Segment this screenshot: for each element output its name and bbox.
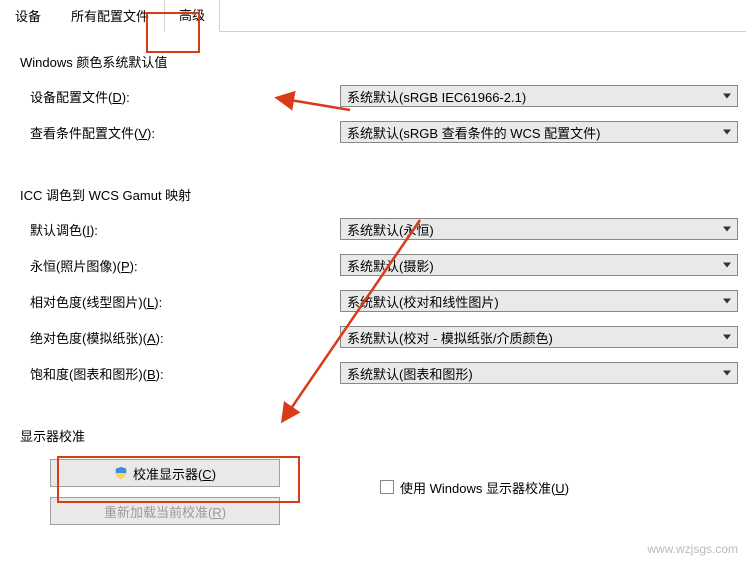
dropdown-value: 系统默认(校对和线性图片) — [347, 292, 499, 311]
label-device-profile: 设备配置文件(D): — [30, 87, 340, 106]
section-title: 显示器校准 — [20, 426, 738, 445]
tab-label: 高级 — [179, 8, 205, 23]
section-icc-wcs-gamut: ICC 调色到 WCS Gamut 映射 默认调色(I): 系统默认(永恒) 永… — [8, 185, 738, 416]
label-viewing-profile: 查看条件配置文件(V): — [30, 123, 340, 142]
dropdown-perpetual[interactable]: 系统默认(摄影) — [340, 254, 738, 276]
section-windows-color-defaults: Windows 颜色系统默认值 设备配置文件(D): 系统默认(sRGB IEC… — [8, 52, 738, 175]
row-absolute: 绝对色度(模拟纸张)(A): 系统默认(校对 - 模拟纸张/介质颜色) — [20, 326, 738, 348]
tab-devices[interactable]: 设备 — [0, 0, 56, 32]
section-display-calibration: 显示器校准 校准显示器(C) 重新加载当前校准(R) — [8, 426, 738, 557]
label-default-tone: 默认调色(I): — [30, 220, 340, 239]
row-device-profile: 设备配置文件(D): 系统默认(sRGB IEC61966-2.1) — [20, 85, 738, 107]
tab-advanced[interactable]: 高级 — [164, 0, 220, 32]
checkbox-use-windows-calibration[interactable] — [380, 480, 394, 494]
button-label: 重新加载当前校准(R) — [104, 502, 226, 521]
tab-all-profiles[interactable]: 所有配置文件 — [56, 0, 164, 32]
content-area: Windows 颜色系统默认值 设备配置文件(D): 系统默认(sRGB IEC… — [0, 32, 746, 575]
button-label: 校准显示器(C) — [133, 464, 216, 483]
dropdown-default-tone[interactable]: 系统默认(永恒) — [340, 218, 738, 240]
dropdown-value: 系统默认(校对 - 模拟纸张/介质颜色) — [347, 328, 553, 347]
calibrate-display-button[interactable]: 校准显示器(C) — [50, 459, 280, 487]
dropdown-relative[interactable]: 系统默认(校对和线性图片) — [340, 290, 738, 312]
section-title: Windows 颜色系统默认值 — [20, 52, 738, 71]
dropdown-value: 系统默认(sRGB IEC61966-2.1) — [347, 87, 526, 106]
dropdown-saturation[interactable]: 系统默认(图表和图形) — [340, 362, 738, 384]
dropdown-value: 系统默认(摄影) — [347, 256, 434, 275]
watermark: www.wzjsgs.com — [647, 542, 738, 556]
shield-icon — [114, 466, 128, 480]
reload-calibration-button: 重新加载当前校准(R) — [50, 497, 280, 525]
row-saturation: 饱和度(图表和图形)(B): 系统默认(图表和图形) — [20, 362, 738, 384]
row-relative: 相对色度(线型图片)(L): 系统默认(校对和线性图片) — [20, 290, 738, 312]
tab-label: 所有配置文件 — [71, 9, 149, 24]
dropdown-value: 系统默认(图表和图形) — [347, 364, 473, 383]
section-title: ICC 调色到 WCS Gamut 映射 — [20, 185, 738, 204]
dropdown-device-profile[interactable]: 系统默认(sRGB IEC61966-2.1) — [340, 85, 738, 107]
row-perpetual: 永恒(照片图像)(P): 系统默认(摄影) — [20, 254, 738, 276]
checkbox-label: 使用 Windows 显示器校准(U) — [400, 478, 569, 497]
label-absolute: 绝对色度(模拟纸张)(A): — [30, 328, 340, 347]
label-saturation: 饱和度(图表和图形)(B): — [30, 364, 340, 383]
label-perpetual: 永恒(照片图像)(P): — [30, 256, 340, 275]
row-default-tone: 默认调色(I): 系统默认(永恒) — [20, 218, 738, 240]
dropdown-value: 系统默认(sRGB 查看条件的 WCS 配置文件) — [347, 123, 601, 142]
label-relative: 相对色度(线型图片)(L): — [30, 292, 340, 311]
tab-bar: 设备 所有配置文件 高级 — [0, 0, 746, 32]
dropdown-value: 系统默认(永恒) — [347, 220, 434, 239]
row-calibrate-actions: 校准显示器(C) 重新加载当前校准(R) 使用 Windows 显示器校准(U) — [20, 459, 738, 525]
row-viewing-profile: 查看条件配置文件(V): 系统默认(sRGB 查看条件的 WCS 配置文件) — [20, 121, 738, 143]
dropdown-viewing-profile[interactable]: 系统默认(sRGB 查看条件的 WCS 配置文件) — [340, 121, 738, 143]
tab-label: 设备 — [15, 9, 41, 24]
dropdown-absolute[interactable]: 系统默认(校对 - 模拟纸张/介质颜色) — [340, 326, 738, 348]
row-use-windows-calibration: 使用 Windows 显示器校准(U) — [380, 478, 569, 497]
